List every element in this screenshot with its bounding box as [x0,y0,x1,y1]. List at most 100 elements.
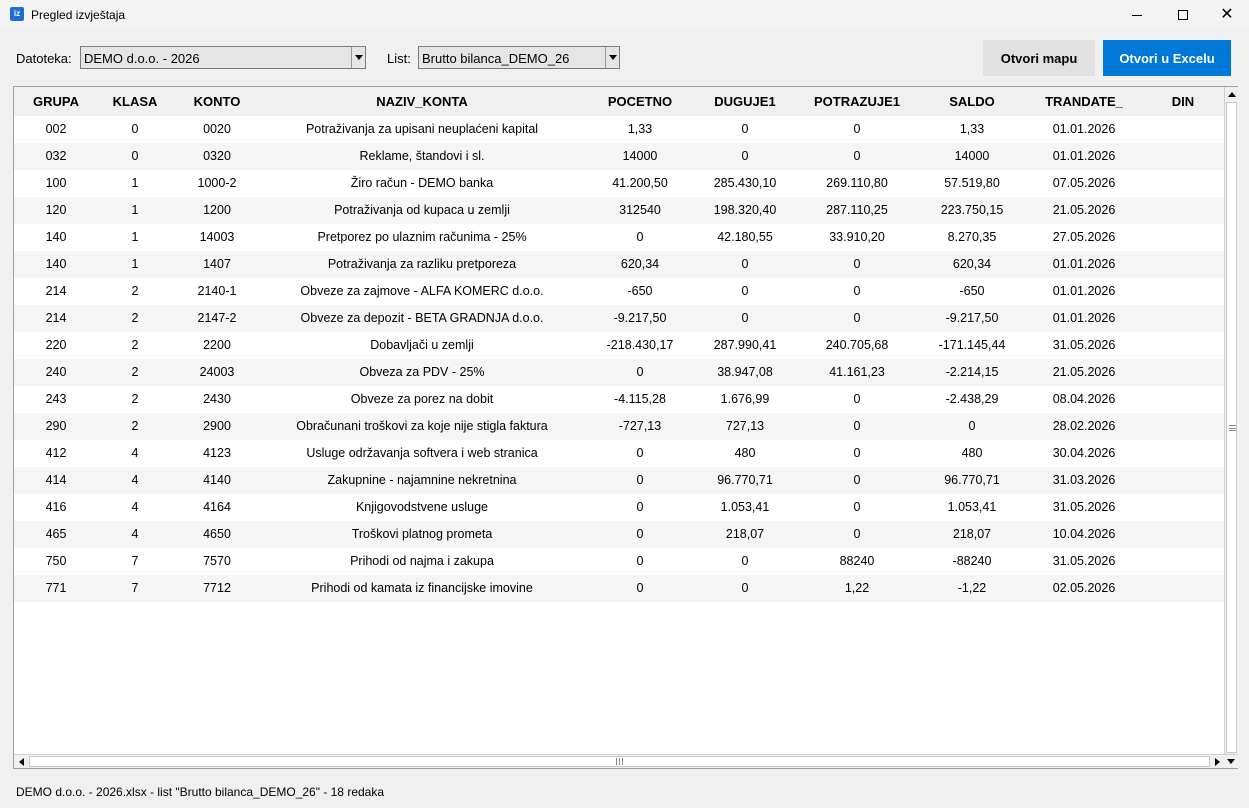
table-row[interactable]: 140 1 1407 Potraživanja za razliku pretpore… [14,251,1224,278]
table-row[interactable]: 750 7 7570 Prihodi od najma i zakupa 0 0 88240… [14,548,1224,575]
cell-konto[interactable]: 4650 [172,521,262,548]
cell-din[interactable] [1146,413,1220,440]
table-row[interactable]: 240 2 24003 Obveza za PDV - 25% 0 38.947,08 41… [14,359,1224,386]
cell-saldo[interactable]: 57.519,80 [922,170,1022,197]
cell-grupa[interactable]: 414 [14,467,98,494]
cell-naziv-konta[interactable]: Obračunani troškovi za koje nije stigla … [262,413,582,440]
cell-trandate[interactable]: 07.05.2026 [1022,170,1146,197]
column-header-din[interactable]: DIN [1146,87,1220,116]
cell-naziv-konta[interactable]: Obveze za zajmove - ALFA KOMERC d.o.o. [262,278,582,305]
table-row[interactable]: 771 7 7712 Prihodi od kamata iz financijske… [14,575,1224,602]
cell-duguje1[interactable]: 0 [698,575,792,602]
column-header-potrazuje1[interactable]: POTRAZUJE1 [792,87,922,116]
cell-klasa[interactable]: 7 [98,548,172,575]
cell-naziv-konta[interactable]: Potraživanja za upisani neuplaćeni kapit… [262,116,582,143]
cell-pocetno[interactable]: 620,34 [582,251,698,278]
cell-pocetno[interactable]: 0 [582,521,698,548]
cell-saldo[interactable]: -2.214,15 [922,359,1022,386]
cell-saldo[interactable]: 223.750,15 [922,197,1022,224]
cell-potrazuje1[interactable]: 0 [792,278,922,305]
cell-naziv-konta[interactable]: Dobavljači u zemlji [262,332,582,359]
cell-duguje1[interactable]: 0 [698,143,792,170]
cell-naziv-konta[interactable]: Obveza za PDV - 25% [262,359,582,386]
cell-saldo[interactable]: -9.217,50 [922,305,1022,332]
cell-potrazuje1[interactable]: 0 [792,494,922,521]
cell-potrazuje1[interactable]: 287.110,25 [792,197,922,224]
cell-duguje1[interactable]: 0 [698,305,792,332]
cell-saldo[interactable]: -2.438,29 [922,386,1022,413]
scroll-down-arrow-icon[interactable] [1224,755,1238,768]
cell-duguje1[interactable]: 0 [698,251,792,278]
cell-grupa[interactable]: 220 [14,332,98,359]
table-row[interactable]: 002 0 0020 Potraživanja za upisani neuplaće… [14,116,1224,143]
dropdown-arrow-icon[interactable] [605,47,619,68]
cell-klasa[interactable]: 7 [98,575,172,602]
cell-konto[interactable]: 1000-2 [172,170,262,197]
cell-grupa[interactable]: 240 [14,359,98,386]
cell-klasa[interactable]: 4 [98,521,172,548]
cell-potrazuje1[interactable]: 0 [792,440,922,467]
cell-grupa[interactable]: 412 [14,440,98,467]
cell-naziv-konta[interactable]: Žiro račun - DEMO banka [262,170,582,197]
cell-din[interactable] [1146,197,1220,224]
scroll-right-arrow-icon[interactable] [1210,755,1224,768]
cell-saldo[interactable]: 620,34 [922,251,1022,278]
column-header-grupa[interactable]: GRUPA [14,87,98,116]
cell-konto[interactable]: 24003 [172,359,262,386]
cell-din[interactable] [1146,170,1220,197]
cell-trandate[interactable]: 10.04.2026 [1022,521,1146,548]
cell-naziv-konta[interactable]: Usluge održavanja softvera i web stranic… [262,440,582,467]
file-select[interactable]: DEMO d.o.o. - 2026 [80,46,366,69]
cell-grupa[interactable]: 032 [14,143,98,170]
vertical-scrollbar[interactable] [1224,87,1238,754]
horizontal-scroll-thumb[interactable] [29,756,1210,767]
cell-potrazuje1[interactable]: 33.910,20 [792,224,922,251]
cell-trandate[interactable]: 28.02.2026 [1022,413,1146,440]
cell-klasa[interactable]: 2 [98,332,172,359]
cell-duguje1[interactable]: 1.053,41 [698,494,792,521]
cell-konto[interactable]: 2140-1 [172,278,262,305]
cell-pocetno[interactable]: 41.200,50 [582,170,698,197]
cell-konto[interactable]: 7712 [172,575,262,602]
cell-konto[interactable]: 2900 [172,413,262,440]
cell-trandate[interactable]: 01.01.2026 [1022,278,1146,305]
cell-pocetno[interactable]: 312540 [582,197,698,224]
cell-konto[interactable]: 4164 [172,494,262,521]
cell-pocetno[interactable]: 1,33 [582,116,698,143]
cell-grupa[interactable]: 290 [14,413,98,440]
cell-trandate[interactable]: 21.05.2026 [1022,197,1146,224]
cell-potrazuje1[interactable]: 0 [792,386,922,413]
cell-klasa[interactable]: 4 [98,467,172,494]
scroll-left-arrow-icon[interactable] [14,755,28,768]
cell-konto[interactable]: 0320 [172,143,262,170]
cell-grupa[interactable]: 140 [14,224,98,251]
table-row[interactable]: 412 4 4123 Usluge održavanja softvera i web… [14,440,1224,467]
cell-potrazuje1[interactable]: 41.161,23 [792,359,922,386]
cell-duguje1[interactable]: 38.947,08 [698,359,792,386]
cell-din[interactable] [1146,494,1220,521]
cell-grupa[interactable]: 214 [14,305,98,332]
cell-saldo[interactable]: -650 [922,278,1022,305]
cell-potrazuje1[interactable]: 1,22 [792,575,922,602]
maximize-button[interactable] [1160,0,1206,30]
cell-din[interactable] [1146,386,1220,413]
cell-duguje1[interactable]: 42.180,55 [698,224,792,251]
cell-pocetno[interactable]: -9.217,50 [582,305,698,332]
cell-saldo[interactable]: -171.145,44 [922,332,1022,359]
cell-potrazuje1[interactable]: 0 [792,467,922,494]
cell-konto[interactable]: 1200 [172,197,262,224]
cell-naziv-konta[interactable]: Prihodi od kamata iz financijske imovine [262,575,582,602]
cell-grupa[interactable]: 750 [14,548,98,575]
cell-klasa[interactable]: 2 [98,359,172,386]
cell-potrazuje1[interactable]: 240.705,68 [792,332,922,359]
cell-klasa[interactable]: 1 [98,170,172,197]
cell-din[interactable] [1146,359,1220,386]
table-row[interactable]: 290 2 2900 Obračunani troškovi za koje nije… [14,413,1224,440]
cell-naziv-konta[interactable]: Pretporez po ulaznim računima - 25% [262,224,582,251]
cell-klasa[interactable]: 1 [98,197,172,224]
cell-grupa[interactable]: 140 [14,251,98,278]
open-in-excel-button[interactable]: Otvori u Excelu [1103,40,1231,76]
cell-grupa[interactable]: 771 [14,575,98,602]
cell-grupa[interactable]: 465 [14,521,98,548]
cell-saldo[interactable]: 1,33 [922,116,1022,143]
